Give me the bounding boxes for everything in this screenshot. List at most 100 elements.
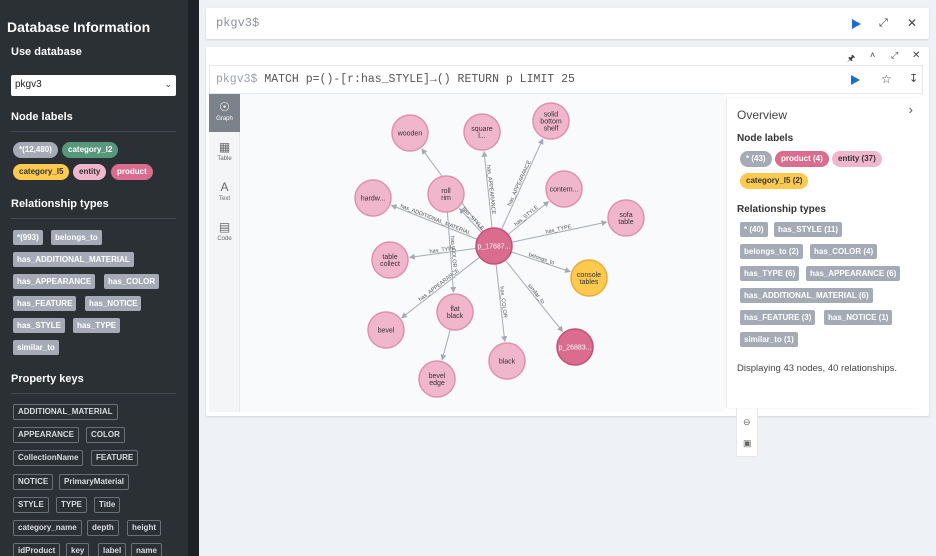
overview-node-label-entity[interactable]: entity (37) xyxy=(832,151,882,167)
text-icon: A xyxy=(220,180,229,194)
node-label-entity[interactable]: entity xyxy=(73,164,107,180)
overview-rel-type[interactable]: * (40) xyxy=(740,222,768,237)
close-icon[interactable]: ✕ xyxy=(907,16,917,30)
graph-edge-label: similar_to xyxy=(526,283,545,305)
property-key[interactable]: name xyxy=(131,543,162,556)
graph-node-label: p_26883... xyxy=(558,345,591,352)
fullscreen-icon[interactable]: ⤢ xyxy=(891,50,898,61)
overview-summary: Displaying 43 nodes, 40 relationships. xyxy=(737,363,898,374)
rel-type-has-style[interactable]: has_STYLE xyxy=(13,318,66,333)
graph-edge[interactable] xyxy=(440,329,451,361)
graph-node-label: black xyxy=(499,359,516,366)
close-frame-icon[interactable]: ✕ xyxy=(912,50,920,61)
rel-type-has-additional-material[interactable]: has_ADDITIONAL_MATERIAL xyxy=(13,252,134,267)
rel-type-has-feature[interactable]: has_FEATURE xyxy=(13,296,77,311)
rerun-query-button[interactable] xyxy=(851,75,860,85)
overview-node-label-all[interactable]: * (43) xyxy=(740,151,772,167)
overview-node-label-product[interactable]: product (4) xyxy=(775,151,829,167)
graph-edge-label: has_COLOR xyxy=(449,236,457,268)
sidebar: Database Information Use database pkgv3 … xyxy=(0,0,188,556)
overview-rel-type[interactable]: has_STYLE (11) xyxy=(774,222,843,237)
code-icon: ▤ xyxy=(218,220,231,234)
table-icon: ▦ xyxy=(218,140,231,154)
editor-prompt: pkgv3$ xyxy=(216,16,260,30)
overview-node-label-category-l5[interactable]: category_l5 (2) xyxy=(740,173,809,189)
rel-type-similar-to[interactable]: similar_to xyxy=(13,340,59,355)
expand-icon[interactable]: ⤢ xyxy=(879,17,888,30)
graph-node-label: table xyxy=(618,219,633,226)
graph-canvas[interactable]: has_AP...has_APPEARANCEhas_APPEARANCEhas… xyxy=(240,94,758,457)
overview-rel-type[interactable]: has_ADDITIONAL_MATERIAL (6) xyxy=(740,288,873,303)
frame-query-bar[interactable]: pkgv3$ MATCH p=()-[r:has_STYLE]→() RETUR… xyxy=(209,65,923,94)
graph-edge-label: has_APPEARANCE xyxy=(507,159,533,207)
rel-type-has-color[interactable]: has_COLOR xyxy=(104,274,160,289)
zoom-out-icon[interactable]: ⊖ xyxy=(743,417,751,428)
graph-node-label: table xyxy=(382,254,397,261)
tab-text[interactable]: A Text xyxy=(209,174,240,212)
tab-graph[interactable]: ☉ Graph xyxy=(209,94,240,132)
sidebar-title: Database Information xyxy=(7,19,151,35)
overview-rel-type[interactable]: has_TYPE (6) xyxy=(740,266,800,281)
frame-prompt: pkgv3$ xyxy=(216,73,258,86)
property-key[interactable]: FEATURE xyxy=(91,450,139,466)
overview-title: Overview xyxy=(737,108,788,122)
property-key[interactable]: depth xyxy=(87,520,119,536)
node-label-all[interactable]: *(12,480) xyxy=(13,142,58,158)
node-label-category-l5[interactable]: category_l5 xyxy=(13,164,70,180)
frame-query-text: MATCH p=()-[r:has_STYLE]→() RETURN p LIM… xyxy=(264,73,575,86)
graph-svg[interactable]: has_AP...has_APPEARANCEhas_APPEARANCEhas… xyxy=(240,94,724,412)
property-key[interactable]: STYLE xyxy=(13,497,49,513)
chevron-up-icon[interactable]: ˄ xyxy=(870,50,875,60)
star-icon[interactable]: ☆ xyxy=(881,72,892,86)
node-label-category-l2[interactable]: category_l2 xyxy=(62,142,119,158)
property-key[interactable]: height xyxy=(127,520,161,536)
property-key[interactable]: idProduct xyxy=(13,543,61,556)
property-key[interactable]: category_name xyxy=(13,520,82,536)
download-icon[interactable]: ↧ xyxy=(909,72,918,85)
property-key[interactable]: NOTICE xyxy=(13,474,54,490)
graph-node-label: square xyxy=(471,126,493,133)
property-key[interactable]: COLOR xyxy=(86,427,125,443)
graph-node-label: console xyxy=(577,272,601,279)
overview-rel-types-heading: Relationship types xyxy=(737,204,826,215)
overview-rel-type[interactable]: belongs_to (2) xyxy=(740,244,803,259)
overview-rel-type[interactable]: has_APPEARANCE (6) xyxy=(806,266,901,281)
property-key[interactable]: label xyxy=(98,543,127,556)
divider xyxy=(11,393,176,394)
overview-rel-type[interactable]: has_NOTICE (1) xyxy=(824,310,893,325)
property-key[interactable]: Title xyxy=(94,497,121,513)
relationship-types-heading: Relationship types xyxy=(11,198,109,210)
graph-edge-label: has_TYPE xyxy=(545,224,572,235)
rel-type-all[interactable]: *(993) xyxy=(13,230,43,245)
chevron-right-icon[interactable]: › xyxy=(909,102,913,117)
query-editor[interactable]: pkgv3$ ⤢ ✕ xyxy=(206,8,929,39)
property-key[interactable]: APPEARANCE xyxy=(13,427,80,443)
graph-node-label: p_17687... xyxy=(477,244,510,251)
node-label-product[interactable]: product xyxy=(111,164,153,180)
tab-code[interactable]: ▤ Code xyxy=(209,214,240,252)
graph-node-label: collect xyxy=(380,261,400,268)
graph-node-label: sofa xyxy=(619,212,632,219)
property-key[interactable]: key xyxy=(66,543,90,556)
graph-node-label: flat xyxy=(450,306,459,313)
rel-type-belongs-to[interactable]: belongs_to xyxy=(51,230,102,245)
tab-table[interactable]: ▦ Table xyxy=(209,134,240,172)
graph-node-label: bottom xyxy=(540,119,562,126)
property-key[interactable]: CollectionName xyxy=(13,450,84,466)
result-frame: 🖈 ˄ ⤢ ✕ pkgv3$ MATCH p=()-[r:has_STYLE]→… xyxy=(206,47,929,457)
rel-type-has-notice[interactable]: has_NOTICE xyxy=(85,296,142,311)
overview-node-labels-heading: Node labels xyxy=(737,133,794,144)
property-key[interactable]: ADDITIONAL_MATERIAL xyxy=(13,404,118,420)
graph-node-label: bevel xyxy=(429,373,446,380)
fit-view-icon[interactable]: ▣ xyxy=(743,438,752,449)
property-key[interactable]: PrimaryMaterial xyxy=(59,474,130,490)
database-select[interactable]: pkgv3 ⌄ xyxy=(11,75,176,96)
run-query-button[interactable] xyxy=(852,19,861,29)
rel-type-has-appearance[interactable]: has_APPEARANCE xyxy=(13,274,96,289)
property-key[interactable]: TYPE xyxy=(56,497,87,513)
overview-rel-type[interactable]: similar_to (1) xyxy=(740,332,798,347)
overview-rel-type[interactable]: has_FEATURE (3) xyxy=(740,310,816,325)
overview-rel-type[interactable]: has_COLOR (4) xyxy=(810,244,878,259)
rel-type-has-type[interactable]: has_TYPE xyxy=(73,318,121,333)
graph-edge-label: has_STYLE xyxy=(513,204,540,227)
